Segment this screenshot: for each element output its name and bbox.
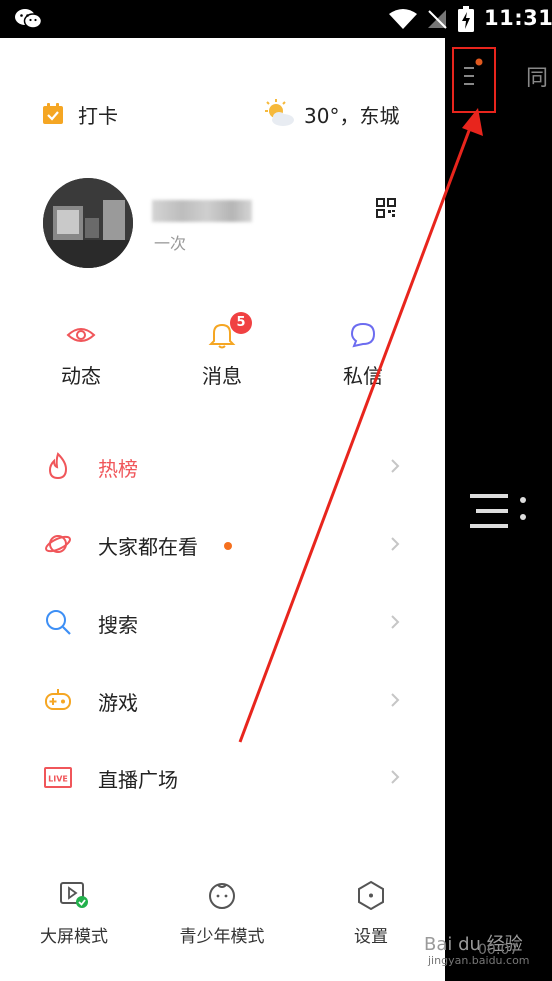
status-time: 11:31	[484, 6, 552, 30]
bottom-item-label: 大屏模式	[40, 927, 108, 947]
annotation-highlight-box	[452, 47, 496, 113]
big-screen-mode-button[interactable]: 大屏模式	[19, 880, 129, 947]
profile-subtitle: 一次	[154, 234, 187, 253]
gamepad-icon	[45, 689, 71, 710]
menu-item-label: 大家都在看	[98, 535, 198, 559]
live-icon-text: LIVE	[48, 775, 68, 784]
hexagon-settings-icon	[358, 880, 384, 910]
avatar[interactable]	[43, 178, 133, 268]
menu-item-label: 直播广场	[98, 768, 178, 792]
teen-mode-button[interactable]: 青少年模式	[167, 880, 277, 947]
wifi-icon	[389, 9, 417, 29]
chat-bubble-icon	[350, 322, 376, 348]
status-bar: 11:31	[0, 0, 552, 38]
quick-action-label: 消息	[202, 364, 242, 388]
play-screen-icon	[60, 882, 88, 908]
menu-item-everyone-watching[interactable]: 大家都在看	[0, 520, 445, 568]
no-sim-icon	[428, 10, 447, 29]
background-peek-text: 同	[526, 66, 549, 91]
weather-widget[interactable]: 30°，东城	[262, 98, 399, 130]
search-icon	[46, 610, 71, 635]
menu-item-label: 游戏	[98, 691, 138, 715]
quick-action-label: 私信	[343, 364, 383, 388]
sun-cloud-icon	[265, 99, 294, 126]
menu-item-label: 热榜	[98, 457, 138, 481]
bottom-item-label: 设置	[354, 927, 388, 947]
menu-item-search[interactable]: 搜索	[0, 598, 445, 646]
menu-toggle-large-icon[interactable]	[468, 493, 530, 529]
chevron-right-icon	[391, 693, 400, 707]
planet-icon	[45, 535, 71, 553]
wechat-icon	[15, 9, 42, 29]
eye-icon	[66, 328, 96, 342]
checkin-label: 打卡	[78, 103, 118, 128]
side-drawer: 打卡 30°，东城 一次 动态 5 消息 私信 热榜 大家都在看 搜索 游戏 L…	[0, 38, 445, 981]
chevron-right-icon	[391, 537, 400, 551]
quick-action-private-message[interactable]: 私信	[313, 320, 413, 389]
quick-action-dynamics[interactable]: 动态	[31, 320, 131, 389]
chevron-right-icon	[391, 770, 400, 784]
quick-action-label: 动态	[61, 364, 101, 388]
bottom-item-label: 青少年模式	[179, 927, 265, 947]
qr-code-icon[interactable]	[376, 198, 396, 218]
chevron-right-icon	[391, 459, 400, 473]
chevron-right-icon	[391, 615, 400, 629]
calendar-check-icon	[43, 103, 63, 124]
username-blurred	[152, 200, 252, 222]
flame-icon	[48, 452, 68, 480]
menu-item-label: 搜索	[98, 613, 138, 637]
weather-text: 30°，东城	[304, 103, 400, 128]
message-count-badge: 5	[230, 312, 252, 334]
new-content-dot	[224, 542, 232, 550]
menu-item-hot-list[interactable]: 热榜	[0, 442, 445, 490]
settings-button[interactable]: 设置	[316, 880, 426, 947]
live-icon: LIVE	[44, 767, 72, 788]
avatar-photo	[43, 178, 133, 268]
video-time-overlay: 00:07	[478, 942, 519, 958]
menu-item-games[interactable]: 游戏	[0, 676, 445, 724]
checkin-button[interactable]: 打卡	[42, 100, 118, 128]
battery-charging-icon	[458, 6, 474, 32]
quick-action-messages[interactable]: 5 消息	[172, 312, 272, 389]
menu-item-live-square[interactable]: LIVE 直播广场	[0, 753, 445, 801]
child-face-icon	[209, 883, 235, 909]
